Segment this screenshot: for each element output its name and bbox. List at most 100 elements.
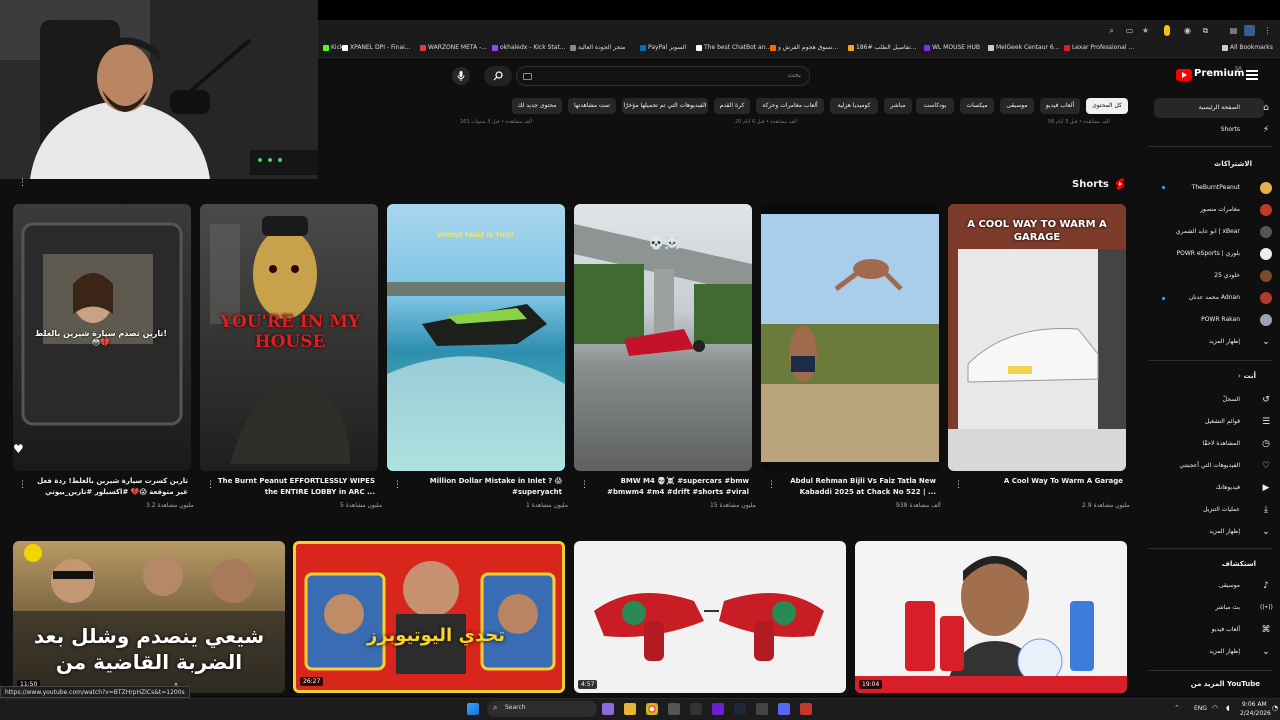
- short-title[interactable]: A Cool Way To Warm A Garage: [963, 476, 1123, 500]
- short-thumbnail[interactable]: YOU'RE IN MY HOUSE: [200, 204, 378, 471]
- obs-icon[interactable]: [690, 703, 702, 715]
- short-title[interactable]: Million Dollar Mistake in Inlet ? 😱 #sup…: [402, 476, 562, 500]
- chip-music[interactable]: موسيقى: [1000, 98, 1034, 114]
- more-options-icon[interactable]: ⋮: [206, 480, 215, 490]
- mic-button[interactable]: [452, 67, 470, 85]
- sidebar-show-more[interactable]: إظهار المزيد: [1209, 334, 1240, 350]
- chip-action-adventure[interactable]: ألعاب مغامرات وحركة: [756, 98, 824, 114]
- chip-new-to-you[interactable]: محتوى جديد لك: [512, 98, 562, 114]
- extensions-puzzle-icon[interactable]: ⧉: [1200, 25, 1211, 36]
- volume-icon[interactable]: ◖: [1226, 704, 1230, 712]
- bookmark-item[interactable]: WL MOUSE HUB: [924, 44, 980, 51]
- sidebar-item-watch-later[interactable]: المشاهدة لاحقًا: [1202, 436, 1240, 452]
- short-title[interactable]: Abdul Rehman Bijli Vs Faiz Tatla New Kab…: [776, 476, 936, 500]
- bookmark-item[interactable]: okhaledx - Kick Stat...: [492, 44, 566, 51]
- subscriptions-heading[interactable]: الاشتراكات: [1214, 160, 1252, 168]
- extension-icon[interactable]: ◉: [1182, 25, 1193, 36]
- more-options-icon[interactable]: ⋮: [393, 480, 402, 490]
- chip-comedy[interactable]: كوميديا هزلية: [830, 98, 878, 114]
- more-options-icon[interactable]: ⋮: [18, 480, 27, 490]
- sidebar-item-subscription[interactable]: POWR eSports | بلوري: [1177, 246, 1240, 262]
- video-thumbnail[interactable]: شيعي ينصدم وشلل بعد الضربة القاضية من شم…: [13, 541, 285, 693]
- tray-chevron-icon[interactable]: ⌃: [1174, 704, 1180, 712]
- chip-mixes[interactable]: ميكسات: [960, 98, 994, 114]
- steam-icon[interactable]: [734, 703, 746, 715]
- sidebar-item-live[interactable]: بث مباشر: [1215, 600, 1240, 616]
- sidebar-item-subscription[interactable]: TheBurntPeanut: [1192, 180, 1240, 196]
- extension-icon[interactable]: [1164, 25, 1170, 36]
- short-thumbnail[interactable]: 💀☠️: [574, 204, 752, 471]
- guide-menu-button[interactable]: [1246, 70, 1258, 80]
- sidebar-show-more[interactable]: إظهار المزيد: [1209, 524, 1240, 540]
- youtube-premium-logo[interactable]: Premium SA: [1176, 66, 1244, 82]
- sidebar-item-shorts[interactable]: Shorts: [1221, 122, 1240, 138]
- clock-date[interactable]: 2/24/2026: [1240, 710, 1271, 717]
- more-options-icon[interactable]: ⋮: [580, 480, 589, 490]
- app-icon[interactable]: [668, 703, 680, 715]
- bookmark-item[interactable]: The best ChatBot an...: [696, 44, 771, 51]
- sidebar-item-subscription[interactable]: محمد عدنان Adnan: [1189, 290, 1240, 306]
- chip-watched[interactable]: تمت مشاهدتها: [568, 98, 616, 114]
- bookmark-item[interactable]: WARZONE META -...: [420, 44, 487, 51]
- twitch-icon[interactable]: [712, 703, 724, 715]
- chip-football[interactable]: كرة القدم: [714, 98, 750, 114]
- app-icon[interactable]: [756, 703, 768, 715]
- more-options-icon[interactable]: ⋮: [954, 480, 963, 490]
- language-indicator[interactable]: ENG: [1194, 705, 1207, 712]
- video-thumbnail[interactable]: 19:04: [855, 541, 1127, 693]
- sidebar-item-subscription[interactable]: ابو عابد الشمري | xBear: [1176, 224, 1240, 240]
- copilot-icon[interactable]: [602, 703, 614, 715]
- sidebar-item-your-videos[interactable]: فيديوهاتك: [1216, 480, 1240, 496]
- video-thumbnail[interactable]: تحدي اليوتيوبرز 26:27: [293, 541, 565, 693]
- zoom-icon[interactable]: ⌕: [1106, 25, 1117, 36]
- bookmark-item[interactable]: PayPal السوبر: [640, 44, 686, 51]
- you-heading[interactable]: أنت: [1244, 372, 1256, 380]
- sidebar-show-more[interactable]: إظهار المزيد: [1209, 644, 1240, 660]
- chip-gaming[interactable]: ألعاب فيديو: [1040, 98, 1080, 114]
- video-thumbnail[interactable]: 4:57: [574, 541, 846, 693]
- short-title[interactable]: تارين كسرت سيارة شيرين بالغلط! ردة فعل غ…: [28, 476, 188, 500]
- chip-all[interactable]: كل المحتوى: [1086, 98, 1128, 114]
- bookmark-item[interactable]: XPANEL DPI - Finai...: [342, 44, 411, 51]
- file-explorer-icon[interactable]: [624, 703, 636, 715]
- search-button[interactable]: [484, 66, 512, 86]
- sidebar-item-subscription[interactable]: POWR Rakan: [1201, 312, 1240, 328]
- bookmark-item[interactable]: متجر الجودة العالية: [570, 44, 625, 51]
- bookmark-item[interactable]: Kick: [323, 44, 343, 51]
- heart-icon[interactable]: ♥: [13, 442, 24, 456]
- profile-icon[interactable]: [1244, 25, 1255, 36]
- discord-icon[interactable]: [778, 703, 790, 715]
- bookmark-item[interactable]: Lexar Professional ...: [1064, 44, 1134, 51]
- bookmark-item[interactable]: تسوق هجوم الفرش و...: [770, 44, 838, 51]
- app-icon[interactable]: [800, 703, 812, 715]
- windows-start-icon[interactable]: [467, 703, 479, 715]
- chip-live[interactable]: مباشر: [884, 98, 912, 114]
- short-thumbnail[interactable]: [761, 204, 939, 471]
- more-options-icon[interactable]: ⋮: [767, 480, 776, 490]
- sidebar-item-home[interactable]: الصفحة الرئيسية: [1199, 100, 1240, 116]
- bookmark-item[interactable]: MelGeek Centaur 6...: [988, 44, 1059, 51]
- menu-icon[interactable]: ⋮: [1262, 25, 1273, 36]
- sidebar-item-history[interactable]: السجلّ: [1223, 392, 1240, 408]
- bookmark-item[interactable]: تفاصيل الطلب #186...: [848, 44, 916, 51]
- short-title[interactable]: The Burnt Peanut EFFORTLESSLY WIPES the …: [215, 476, 375, 500]
- short-thumbnail[interactable]: A COOL WAY TO WARM A GARAGE: [948, 204, 1126, 471]
- sidebar-icon[interactable]: ▤: [1228, 25, 1239, 36]
- search-input[interactable]: بحث: [516, 66, 810, 86]
- short-thumbnail[interactable]: WHOSE FAULT IS THIS?: [387, 204, 565, 471]
- sidebar-item-subscription[interactable]: خلودي 25: [1214, 268, 1240, 284]
- sidebar-item-subscription[interactable]: مغامرات منصور: [1200, 202, 1240, 218]
- sidebar-item-downloads[interactable]: عمليات التنزيل: [1203, 502, 1240, 518]
- all-bookmarks[interactable]: All Bookmarks: [1222, 44, 1273, 51]
- clock-time[interactable]: 9:06 AM: [1242, 701, 1267, 708]
- short-thumbnail[interactable]: تارين تصدم سيارة شيرين بالغلط!😳💔 ♥: [13, 204, 191, 471]
- short-title[interactable]: BMW M4 💀☠️ #supercars #bmw #bmwm4 #m4 #d…: [589, 476, 749, 500]
- chrome-icon[interactable]: [646, 703, 658, 715]
- chip-recently-uploaded[interactable]: الفيديوهات التي تم تحميلها مؤخرًا: [622, 98, 708, 114]
- bookmark-star-icon[interactable]: ★: [1140, 25, 1151, 36]
- sidebar-item-gaming[interactable]: ألعاب فيديو: [1212, 622, 1240, 638]
- sidebar-item-liked[interactable]: الفيديوهات التي أعجبتني: [1179, 458, 1240, 474]
- taskbar-search[interactable]: ⌕ Search: [487, 701, 597, 717]
- chip-podcasts[interactable]: بودكاست: [916, 98, 954, 114]
- more-options-icon[interactable]: ⋮: [18, 178, 27, 188]
